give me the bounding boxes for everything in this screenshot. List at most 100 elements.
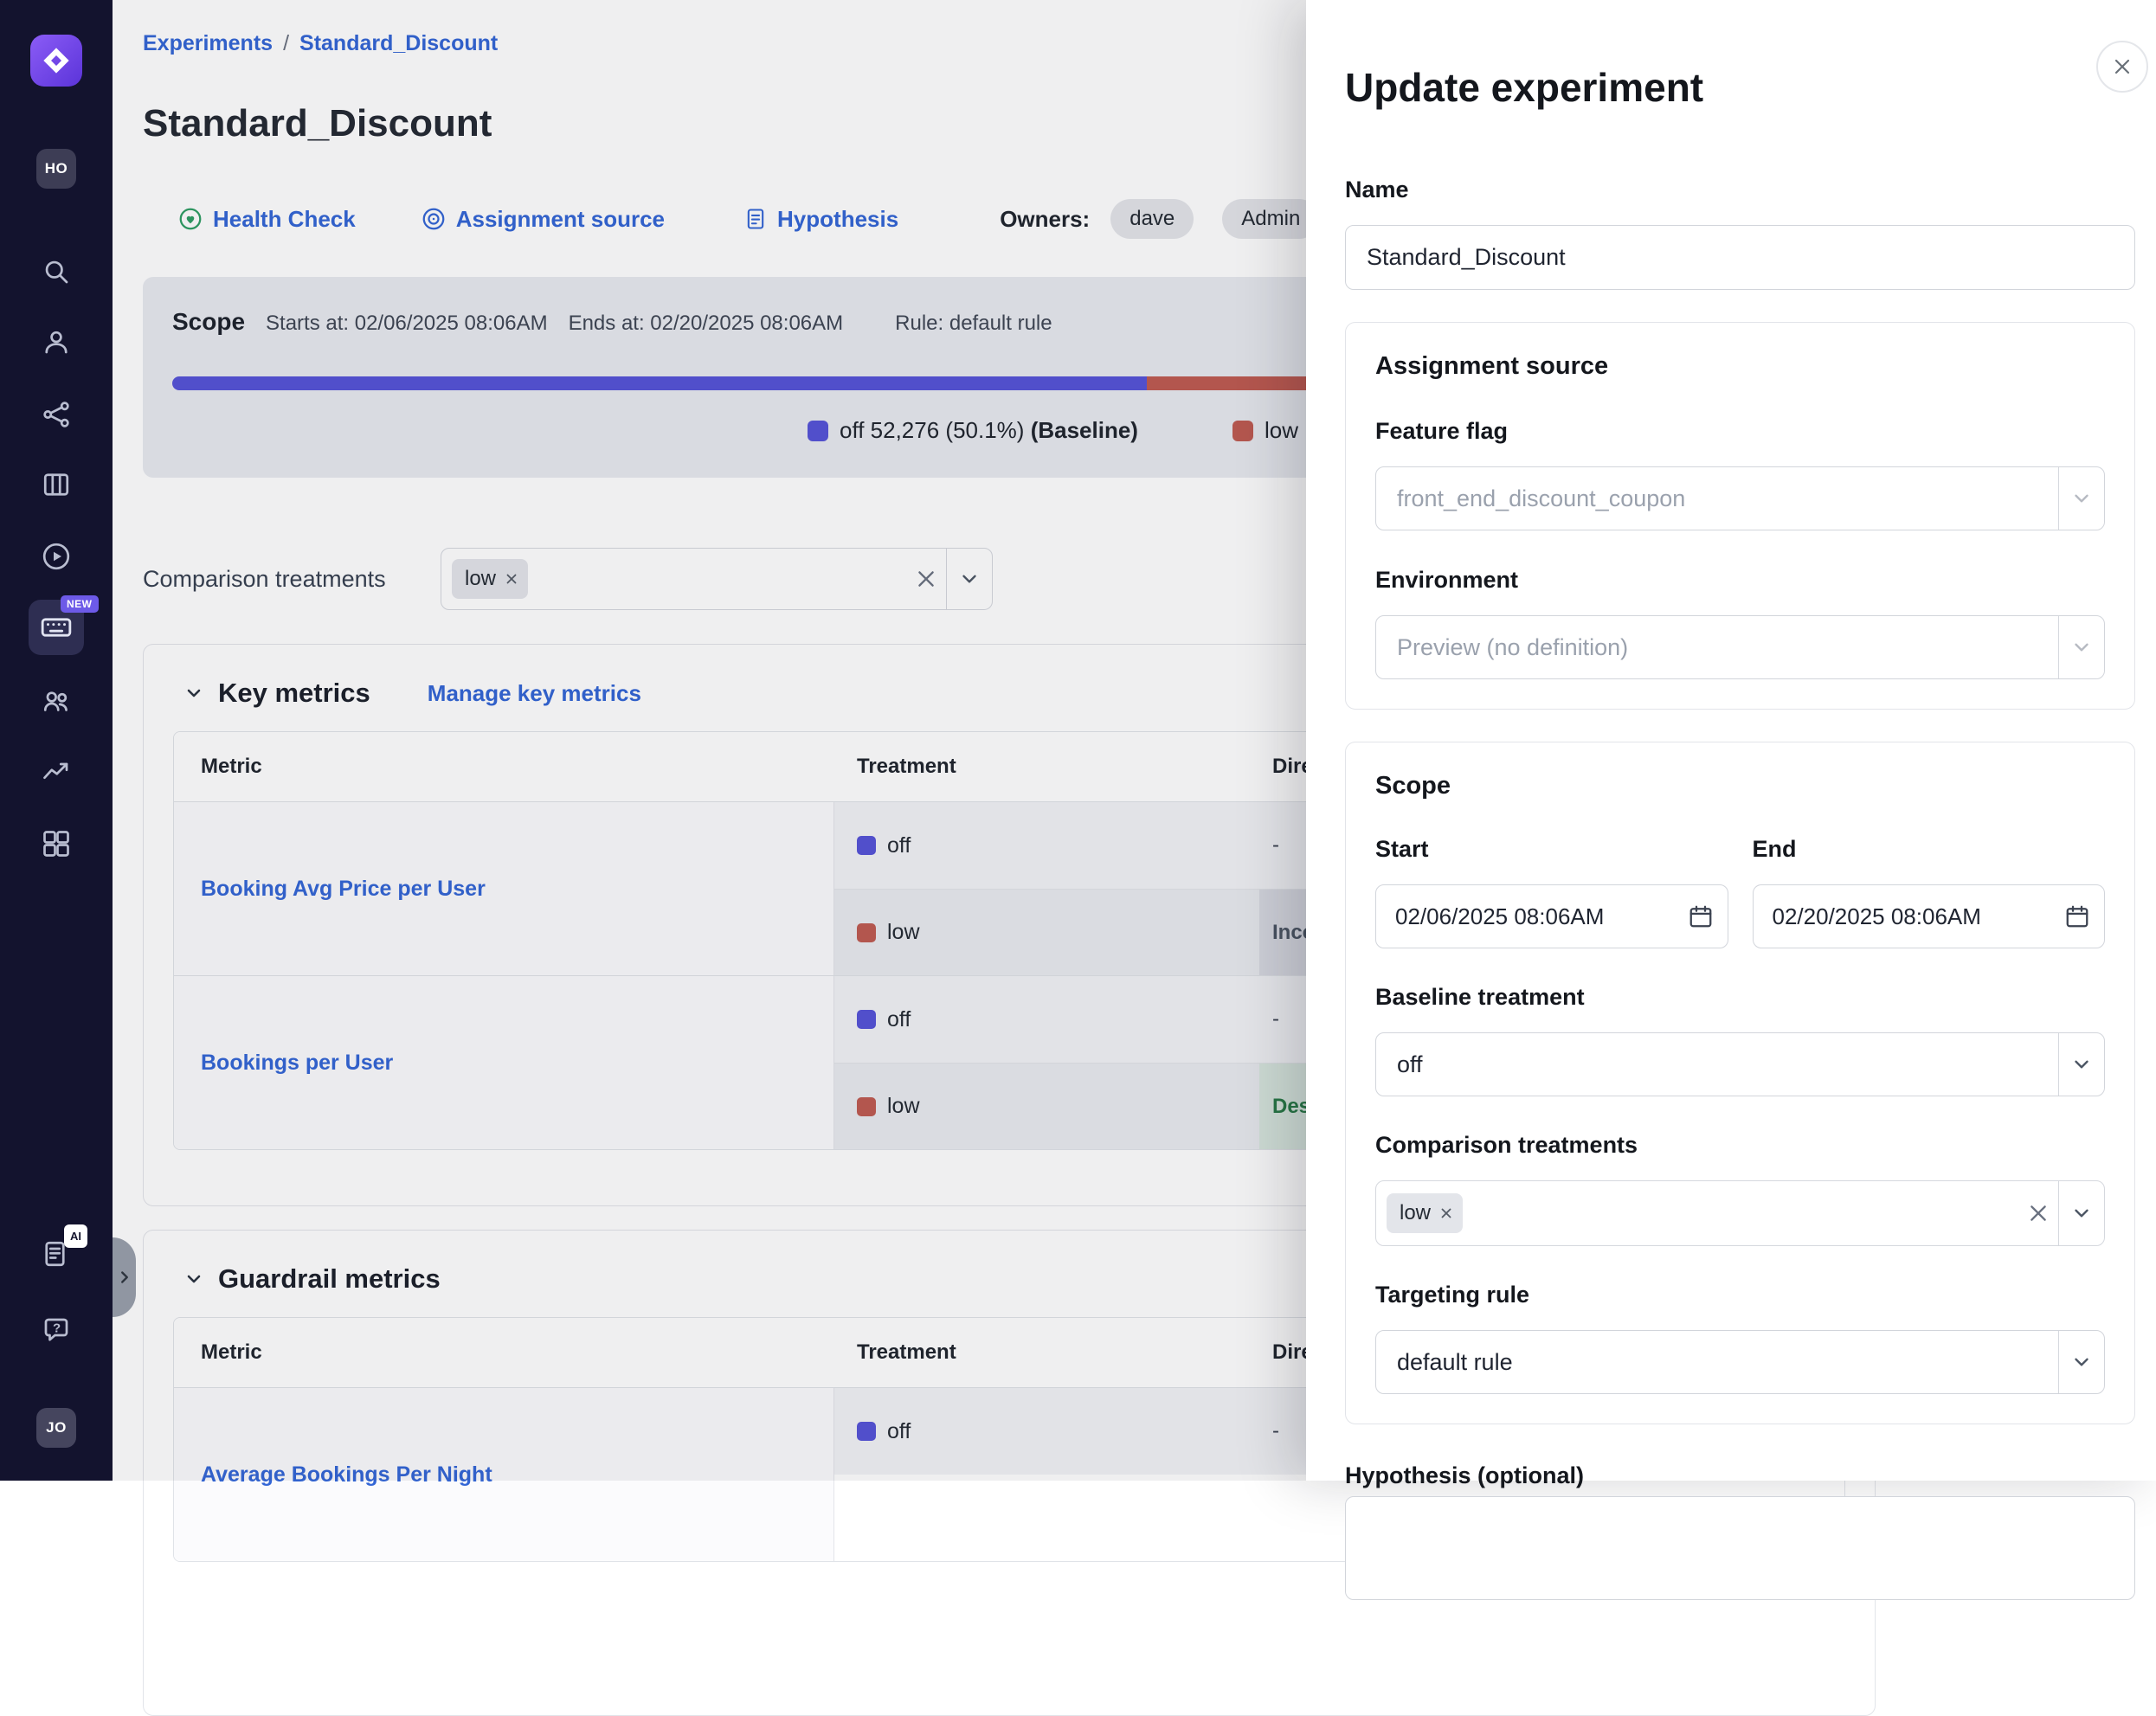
baseline-treatment-select[interactable]: off bbox=[1375, 1032, 2105, 1096]
baseline-swatch bbox=[808, 421, 828, 441]
owner-chip-admin[interactable]: Admin bbox=[1222, 199, 1319, 239]
chevron-down-icon[interactable] bbox=[2059, 1331, 2104, 1393]
sidebar-item-sessions[interactable] bbox=[35, 536, 77, 577]
treatment-name: off bbox=[887, 833, 911, 858]
column-header-metric: Metric bbox=[174, 1340, 834, 1365]
start-date-input[interactable]: 02/06/2025 08:06AM bbox=[1375, 884, 1728, 948]
hypothesis-link[interactable]: Hypothesis bbox=[743, 206, 898, 233]
metric-link[interactable]: Booking Avg Price per User bbox=[201, 877, 486, 902]
chevron-right-icon bbox=[115, 1268, 134, 1287]
end-date-input[interactable]: 02/20/2025 08:06AM bbox=[1753, 884, 2106, 948]
play-circle-icon bbox=[41, 541, 72, 572]
sidebar-item-search[interactable] bbox=[35, 251, 77, 292]
chevron-down-icon[interactable] bbox=[2059, 1181, 2104, 1245]
hypothesis-textarea[interactable] bbox=[1345, 1496, 2135, 1600]
search-icon bbox=[41, 256, 72, 287]
environment-value: Preview (no definition) bbox=[1397, 634, 1628, 661]
feature-flag-select[interactable]: front_end_discount_coupon bbox=[1375, 466, 2105, 530]
breadcrumb-experiments[interactable]: Experiments bbox=[143, 31, 273, 55]
column-header-treatment: Treatment bbox=[834, 755, 1259, 779]
targeting-rule-label: Targeting rule bbox=[1375, 1282, 2105, 1308]
ai-badge: AI bbox=[64, 1224, 87, 1248]
people-icon bbox=[41, 685, 72, 717]
health-check-label: Health Check bbox=[213, 206, 356, 233]
baseline-treatment-value: off bbox=[1397, 1051, 1423, 1078]
dashboard-grid-icon bbox=[41, 828, 72, 859]
treatment-name: off bbox=[887, 1419, 911, 1444]
sidebar-item-dashboards[interactable] bbox=[35, 823, 77, 864]
sidebar-item-columns[interactable] bbox=[35, 464, 77, 505]
baseline-legend-label: off 52,276 (50.1%) bbox=[840, 417, 1024, 443]
sidebar-item-help[interactable]: ? bbox=[35, 1309, 77, 1351]
off-swatch bbox=[857, 1422, 876, 1441]
key-metrics-title: Key metrics bbox=[218, 678, 370, 709]
user-icon bbox=[41, 326, 72, 357]
comparison-treatments-multiselect[interactable]: low bbox=[441, 548, 993, 610]
sidebar-item-audiences[interactable] bbox=[35, 680, 77, 722]
baseline-segment bbox=[172, 376, 1147, 390]
page-title: Standard_Discount bbox=[143, 102, 492, 145]
close-icon bbox=[2112, 56, 2133, 77]
svg-text:?: ? bbox=[53, 1321, 61, 1335]
chip-label: low bbox=[465, 567, 496, 591]
low-swatch bbox=[857, 1097, 876, 1116]
treatment-name: low bbox=[887, 1094, 920, 1119]
chip-remove-icon[interactable] bbox=[1438, 1205, 1454, 1221]
assignment-source-label: Assignment source bbox=[456, 206, 665, 233]
app-logo[interactable] bbox=[30, 35, 82, 87]
breadcrumb: Experiments / Standard_Discount bbox=[143, 31, 498, 56]
feature-flag-label: Feature flag bbox=[1375, 418, 2105, 445]
scope-ends-at: Ends at: 02/20/2025 08:06AM bbox=[569, 312, 844, 336]
feature-flag-value: front_end_discount_coupon bbox=[1397, 485, 1685, 512]
comparison-treatments-row: Comparison treatments low bbox=[143, 549, 993, 609]
environment-select[interactable]: Preview (no definition) bbox=[1375, 615, 2105, 679]
calendar-icon bbox=[1688, 903, 1714, 929]
targeting-rule-value: default rule bbox=[1397, 1349, 1513, 1376]
name-label: Name bbox=[1345, 177, 2135, 203]
clear-selection-icon[interactable] bbox=[906, 549, 946, 609]
metric-link[interactable]: Average Bookings Per Night bbox=[201, 1462, 492, 1488]
sidebar: HO NEW bbox=[0, 0, 113, 1481]
manage-key-metrics-link[interactable]: Manage key metrics bbox=[428, 680, 641, 707]
treatment-chip-low[interactable]: low bbox=[452, 559, 528, 599]
comparison-swatch bbox=[1232, 421, 1253, 441]
assignment-source-icon bbox=[421, 206, 447, 232]
breadcrumb-separator: / bbox=[283, 31, 289, 55]
drawer-title: Update experiment bbox=[1345, 64, 2135, 111]
sidebar-item-users[interactable] bbox=[35, 321, 77, 363]
chevron-down-icon[interactable] bbox=[2059, 1033, 2104, 1096]
chip-remove-icon[interactable] bbox=[504, 571, 519, 587]
health-check-link[interactable]: Health Check bbox=[177, 206, 356, 233]
chip-label: low bbox=[1400, 1201, 1431, 1225]
workspace-badge[interactable]: HO bbox=[36, 149, 76, 189]
breadcrumb-current[interactable]: Standard_Discount bbox=[299, 31, 498, 55]
sidebar-item-gates[interactable] bbox=[35, 394, 77, 435]
comparison-treatments-multiselect[interactable]: low bbox=[1375, 1180, 2105, 1246]
targeting-rule-select[interactable]: default rule bbox=[1375, 1330, 2105, 1394]
owner-chip-dave[interactable]: dave bbox=[1110, 199, 1194, 239]
help-chat-icon: ? bbox=[41, 1314, 72, 1346]
collapse-chevron-icon[interactable] bbox=[182, 681, 206, 705]
user-avatar[interactable]: JO bbox=[36, 1408, 76, 1448]
metric-link[interactable]: Bookings per User bbox=[201, 1051, 393, 1076]
hypothesis-doc-icon bbox=[743, 206, 768, 232]
comparison-legend-label: low bbox=[1265, 417, 1298, 444]
sidebar-item-metrics[interactable] bbox=[35, 751, 77, 793]
experiment-name-input[interactable] bbox=[1345, 225, 2135, 290]
end-label: End bbox=[1753, 836, 2106, 863]
health-check-icon bbox=[177, 206, 203, 232]
assignment-source-link[interactable]: Assignment source bbox=[421, 206, 665, 233]
off-swatch bbox=[857, 836, 876, 855]
column-header-treatment: Treatment bbox=[834, 1340, 1259, 1365]
off-swatch bbox=[857, 1010, 876, 1029]
owners-label: Owners: bbox=[1000, 206, 1090, 233]
low-swatch bbox=[857, 923, 876, 942]
close-drawer-button[interactable] bbox=[2096, 41, 2148, 93]
experiment-meta-row: Health Check Assignment source Hypothesi… bbox=[113, 194, 1319, 244]
collapse-chevron-icon[interactable] bbox=[182, 1267, 206, 1291]
chevron-down-icon[interactable] bbox=[947, 549, 992, 609]
legend-baseline: off 52,276 (50.1%) (Baseline) bbox=[808, 417, 1138, 444]
expand-panel-handle[interactable] bbox=[113, 1237, 136, 1317]
treatment-chip-low[interactable]: low bbox=[1387, 1193, 1463, 1233]
clear-selection-icon[interactable] bbox=[2018, 1181, 2058, 1245]
